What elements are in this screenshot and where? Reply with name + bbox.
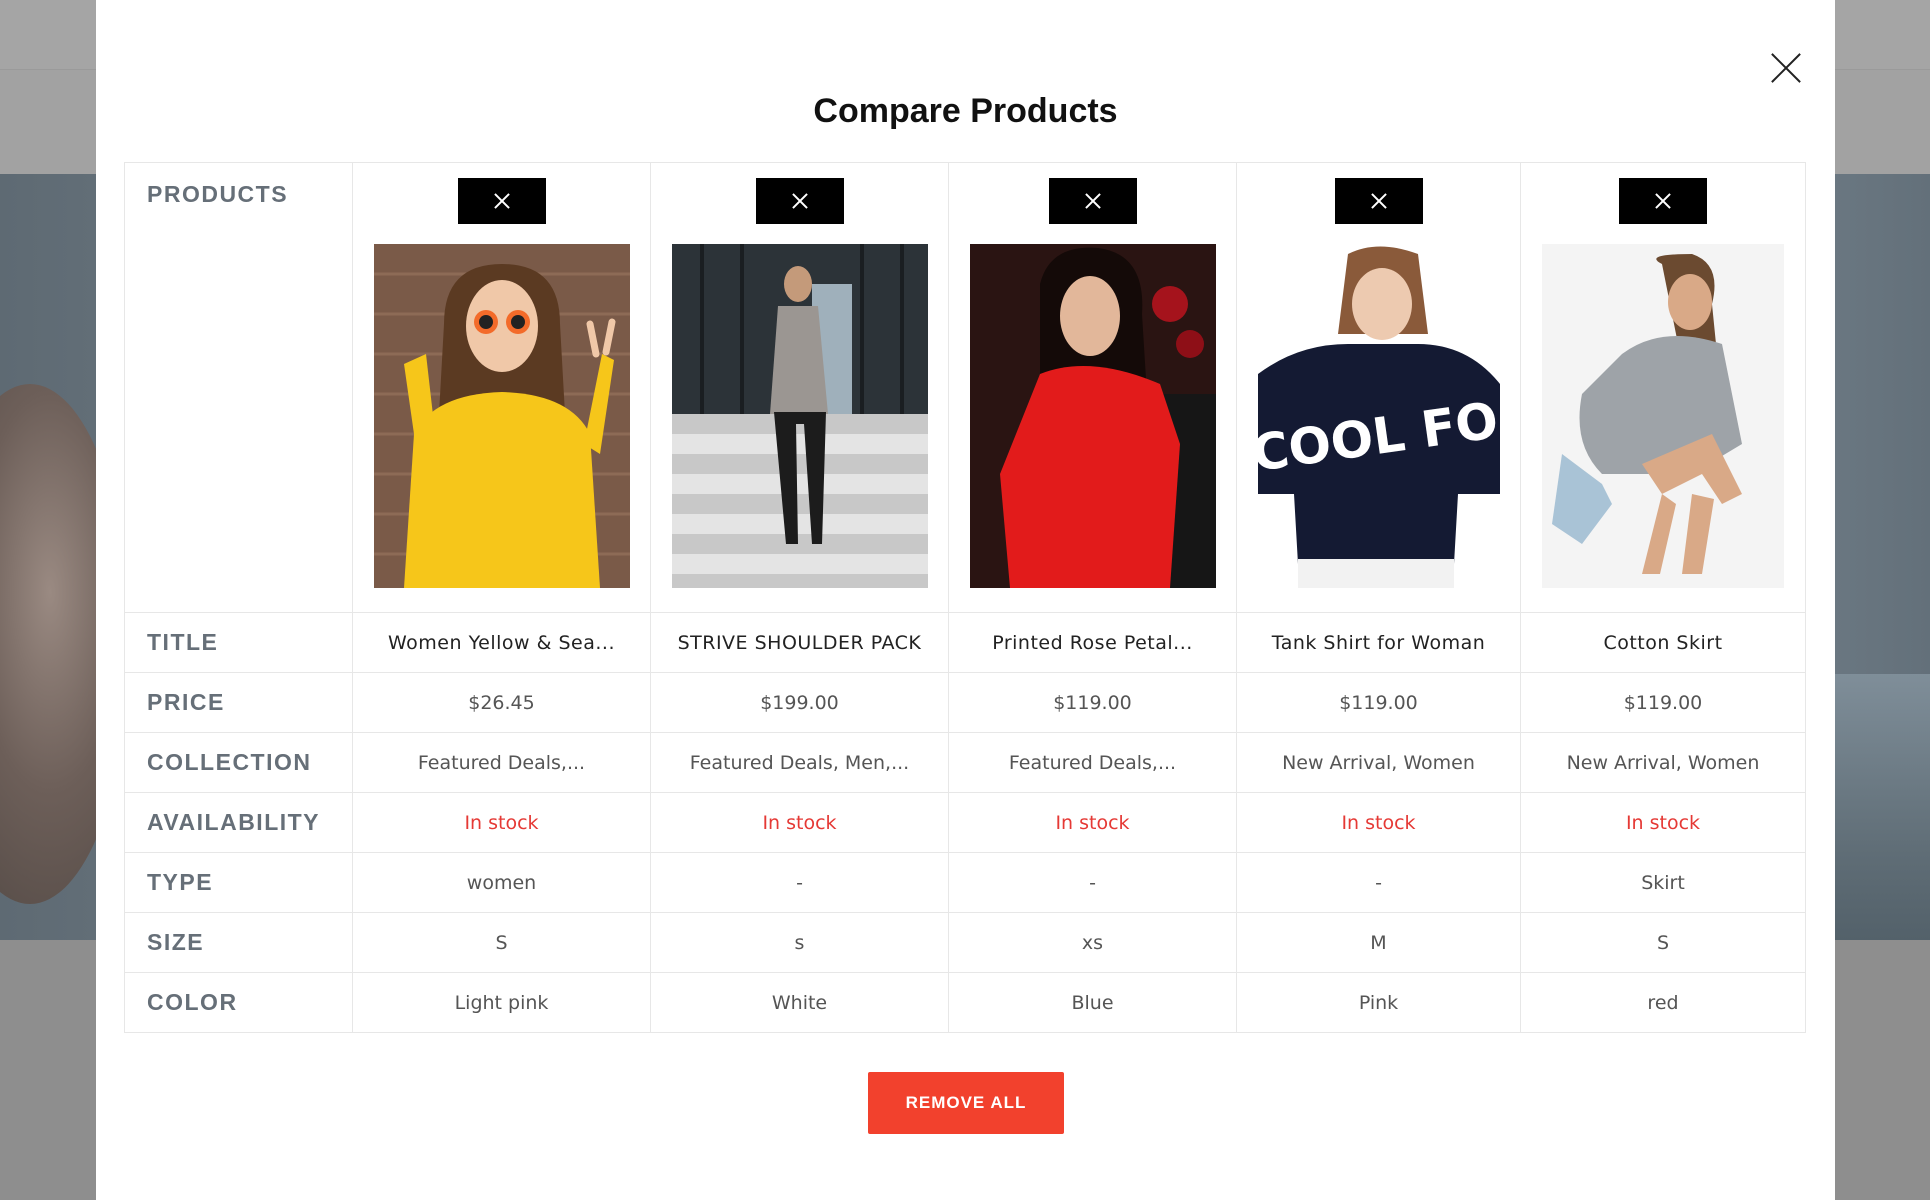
close-icon[interactable] (1770, 52, 1802, 84)
row-label-size: SIZE (124, 912, 353, 973)
availability-row: AVAILABILITY In stock In stock In stock … (124, 792, 1806, 853)
product-column-2 (650, 162, 949, 613)
product-collection: New Arrival, Women (1520, 732, 1806, 793)
remove-product-button[interactable] (1048, 178, 1137, 224)
product-collection: Featured Deals,... (352, 732, 651, 793)
product-image-grey-jacket[interactable] (1542, 244, 1784, 588)
product-column-3 (948, 162, 1237, 613)
product-collection: Featured Deals,... (948, 732, 1237, 793)
product-size: xs (948, 912, 1237, 973)
product-availability: In stock (948, 792, 1237, 853)
product-image-red-dress[interactable] (969, 244, 1216, 588)
row-label-type: TYPE (124, 852, 353, 913)
product-title[interactable]: Women Yellow & Sea... (352, 612, 651, 673)
product-type: - (650, 852, 949, 913)
product-price: $119.00 (1520, 672, 1806, 733)
product-title[interactable]: Printed Rose Petal... (948, 612, 1237, 673)
product-type: women (352, 852, 651, 913)
modal-title: Compare Products (813, 92, 1118, 130)
product-price: $199.00 (650, 672, 949, 733)
row-label-color: COLOR (124, 972, 353, 1033)
type-row: TYPE women - - - Skirt (124, 852, 1806, 913)
color-row: COLOR Light pink White Blue Pink red (124, 972, 1806, 1033)
size-row: SIZE S s xs M S (124, 912, 1806, 973)
row-label-price: PRICE (124, 672, 353, 733)
product-title[interactable]: Cotton Skirt (1520, 612, 1806, 673)
product-title[interactable]: STRIVE SHOULDER PACK (650, 612, 949, 673)
product-price: $119.00 (1236, 672, 1521, 733)
product-image-yellow-sweater[interactable] (373, 244, 630, 588)
remove-product-button[interactable] (755, 178, 844, 224)
product-size: s (650, 912, 949, 973)
product-size: S (352, 912, 651, 973)
row-label-availability: AVAILABILITY (124, 792, 353, 853)
row-label-products: PRODUCTS (124, 162, 353, 613)
product-column-1 (352, 162, 651, 613)
product-availability: In stock (1236, 792, 1521, 853)
product-collection: New Arrival, Women (1236, 732, 1521, 793)
product-type: - (948, 852, 1237, 913)
product-image-sweatshirt[interactable]: COOL FO (1257, 244, 1500, 588)
remove-product-button[interactable] (1334, 178, 1423, 224)
product-image-blazer-man[interactable] (671, 244, 928, 588)
row-label-title: TITLE (124, 612, 353, 673)
product-availability: In stock (650, 792, 949, 853)
products-row: PRODUCTS COOL FO (124, 162, 1806, 613)
product-type: - (1236, 852, 1521, 913)
remove-product-button[interactable] (457, 178, 546, 224)
product-type: Skirt (1520, 852, 1806, 913)
product-column-5 (1520, 162, 1806, 613)
row-label-collection: COLLECTION (124, 732, 353, 793)
product-color: Pink (1236, 972, 1521, 1033)
product-availability: In stock (1520, 792, 1806, 853)
title-row: TITLE Women Yellow & Sea... STRIVE SHOUL… (124, 612, 1806, 673)
compare-table: PRODUCTS COOL FO TITLE Women Yellow & Se… (124, 162, 1806, 1033)
product-color: Blue (948, 972, 1237, 1033)
product-color: red (1520, 972, 1806, 1033)
collection-row: COLLECTION Featured Deals,... Featured D… (124, 732, 1806, 793)
product-title[interactable]: Tank Shirt for Woman (1236, 612, 1521, 673)
product-color: White (650, 972, 949, 1033)
product-collection: Featured Deals, Men,... (650, 732, 949, 793)
product-price: $119.00 (948, 672, 1237, 733)
product-size: S (1520, 912, 1806, 973)
remove-product-button[interactable] (1619, 178, 1707, 224)
product-availability: In stock (352, 792, 651, 853)
product-color: Light pink (352, 972, 651, 1033)
price-row: PRICE $26.45 $199.00 $119.00 $119.00 $11… (124, 672, 1806, 733)
product-price: $26.45 (352, 672, 651, 733)
remove-all-button[interactable]: REMOVE ALL (868, 1072, 1064, 1134)
product-size: M (1236, 912, 1521, 973)
product-column-4: COOL FO (1236, 162, 1521, 613)
